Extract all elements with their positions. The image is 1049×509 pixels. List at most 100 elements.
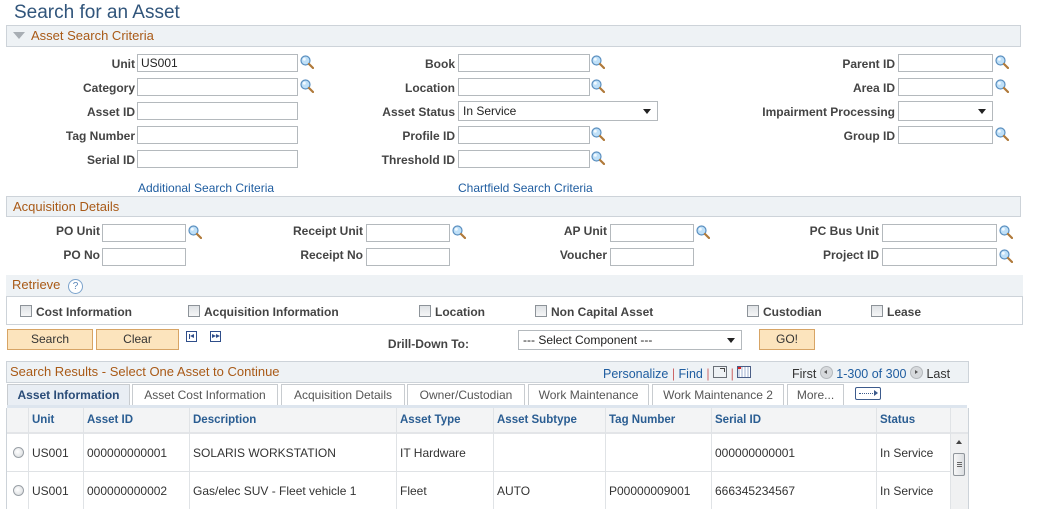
non-capital-asset-checkbox[interactable]: Non Capital Asset — [535, 305, 653, 319]
clear-button[interactable]: Clear — [96, 329, 179, 350]
asset-id-input[interactable] — [137, 102, 298, 120]
location-input[interactable] — [458, 78, 590, 96]
column-header-asset-type[interactable]: Asset Type — [400, 408, 461, 432]
column-header-serial-id[interactable]: Serial ID — [715, 408, 761, 432]
category-input[interactable] — [137, 78, 298, 96]
additional-search-criteria-link[interactable]: Additional Search Criteria — [138, 181, 274, 195]
po-no-input[interactable] — [102, 248, 186, 266]
tab-asset-information[interactable]: Asset Information — [7, 384, 130, 406]
serial-id-input[interactable] — [137, 150, 298, 168]
personalize-link[interactable]: Personalize — [603, 367, 668, 381]
tab-asset-cost-information[interactable]: Asset Cost Information — [132, 384, 278, 406]
tab-acquisition-details[interactable]: Acquisition Details — [281, 384, 405, 406]
ap-unit-label: AP Unit — [563, 224, 607, 238]
voucher-input[interactable] — [610, 248, 694, 266]
prev-page-icon[interactable] — [819, 366, 833, 379]
column-header-tag-number[interactable]: Tag Number — [609, 408, 675, 432]
custodian-checkbox[interactable]: Custodian — [747, 305, 822, 319]
last-label: Last — [926, 367, 951, 381]
area-id-lookup-icon[interactable] — [995, 79, 1009, 93]
tab-work-maintenance-2[interactable]: Work Maintenance 2 — [652, 384, 784, 406]
asset-id-label: Asset ID — [86, 105, 135, 119]
first-record-icon[interactable] — [186, 331, 197, 342]
select-row-radio[interactable] — [13, 447, 24, 458]
scroll-up-arrow-icon[interactable] — [956, 440, 962, 444]
po-unit-lookup-icon[interactable] — [188, 225, 202, 239]
threshold-id-label: Threshold ID — [381, 153, 455, 167]
acquisition-information-checkbox[interactable]: Acquisition Information — [188, 305, 339, 319]
location-checkbox[interactable]: Location — [419, 305, 485, 319]
tab-owner-custodian[interactable]: Owner/Custodian — [407, 384, 525, 406]
asset-status-select[interactable]: In Service — [458, 101, 658, 121]
vertical-scrollbar[interactable] — [951, 434, 968, 509]
unit-lookup-icon[interactable] — [300, 55, 314, 69]
receipt-unit-input[interactable] — [366, 224, 450, 242]
download-excel-icon[interactable] — [737, 366, 752, 378]
area-id-label: Area ID — [852, 81, 895, 95]
page-title: Search for an Asset — [14, 2, 180, 23]
ap-unit-input[interactable] — [610, 224, 694, 242]
group-id-label: Group ID — [843, 129, 895, 143]
project-id-input[interactable] — [882, 248, 997, 266]
serial-id-label: Serial ID — [86, 153, 135, 167]
group-id-lookup-icon[interactable] — [995, 127, 1009, 141]
threshold-id-input[interactable] — [458, 150, 590, 168]
find-link[interactable]: Find — [679, 367, 703, 381]
chartfield-search-criteria-link[interactable]: Chartfield Search Criteria — [458, 181, 593, 195]
show-all-columns-icon[interactable] — [855, 387, 881, 400]
category-label: Category — [82, 81, 135, 95]
impairment-processing-select[interactable] — [898, 101, 993, 121]
tag-number-input[interactable] — [137, 126, 298, 144]
asset-status-value: In Service — [463, 104, 517, 118]
profile-id-lookup-icon[interactable] — [591, 127, 605, 141]
dropdown-arrow-icon — [978, 109, 986, 114]
lease-checkbox[interactable]: Lease — [871, 305, 921, 319]
table-row[interactable]: US001 000000000002 Gas/elec SUV - Fleet … — [7, 472, 950, 509]
go-button[interactable]: GO! — [759, 329, 815, 350]
cell-serial-id: 666345234567 — [715, 484, 796, 498]
column-header-status[interactable]: Status — [880, 408, 915, 432]
pc-bus-unit-lookup-icon[interactable] — [999, 225, 1013, 239]
cell-asset-type: IT Hardware — [400, 446, 466, 460]
column-header-asset-id[interactable]: Asset ID — [87, 408, 133, 432]
parent-id-lookup-icon[interactable] — [995, 55, 1009, 69]
book-lookup-icon[interactable] — [591, 55, 605, 69]
drilldown-select[interactable]: --- Select Component --- — [518, 330, 742, 350]
cell-status: In Service — [880, 484, 934, 498]
cost-information-checkbox[interactable]: Cost Information — [20, 305, 132, 319]
tab-work-maintenance[interactable]: Work Maintenance — [528, 384, 649, 406]
po-unit-input[interactable] — [102, 224, 186, 242]
parent-id-input[interactable] — [898, 54, 993, 72]
location-lookup-icon[interactable] — [591, 79, 605, 93]
area-id-input[interactable] — [898, 78, 993, 96]
category-lookup-icon[interactable] — [300, 79, 314, 93]
scroll-thumb[interactable] — [953, 453, 965, 476]
threshold-id-lookup-icon[interactable] — [591, 151, 605, 165]
collapse-triangle-icon[interactable] — [13, 32, 25, 39]
receipt-unit-lookup-icon[interactable] — [452, 225, 466, 239]
asset-search-criteria-header[interactable]: Asset Search Criteria — [6, 25, 1021, 47]
view-all-icon[interactable] — [713, 366, 728, 378]
column-header-unit[interactable]: Unit — [32, 408, 54, 432]
project-id-lookup-icon[interactable] — [999, 249, 1013, 263]
search-button[interactable]: Search — [7, 329, 93, 350]
cell-asset-id: 000000000002 — [87, 484, 168, 498]
next-page-icon[interactable] — [909, 366, 923, 379]
group-id-input[interactable] — [898, 126, 993, 144]
help-icon[interactable]: ? — [68, 279, 84, 294]
table-row[interactable]: US001 000000000001 SOLARIS WORKSTATION I… — [7, 434, 950, 471]
tab-more[interactable]: More... — [787, 384, 844, 406]
pc-bus-unit-input[interactable] — [882, 224, 997, 242]
book-input[interactable] — [458, 54, 590, 72]
dropdown-arrow-icon — [643, 109, 651, 114]
section-title: Asset Search Criteria — [31, 28, 154, 43]
section-title: Acquisition Details — [13, 199, 120, 214]
fast-forward-icon[interactable] — [210, 331, 221, 342]
ap-unit-lookup-icon[interactable] — [696, 225, 710, 239]
column-header-description[interactable]: Description — [193, 408, 256, 432]
select-row-radio[interactable] — [13, 485, 24, 496]
unit-input[interactable]: US001 — [137, 54, 298, 72]
profile-id-input[interactable] — [458, 126, 590, 144]
receipt-no-input[interactable] — [366, 248, 450, 266]
column-header-asset-subtype[interactable]: Asset Subtype — [497, 408, 577, 432]
